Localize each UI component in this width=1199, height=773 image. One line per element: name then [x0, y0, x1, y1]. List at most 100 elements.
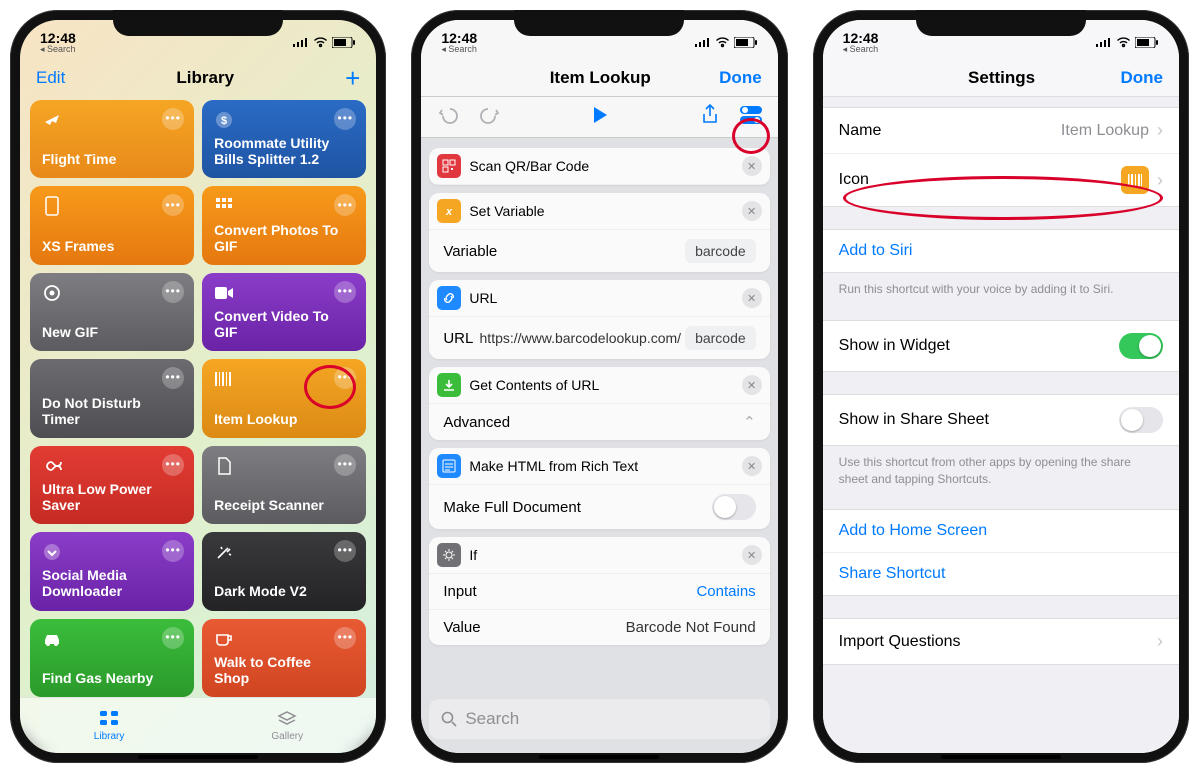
home-indicator[interactable]: [539, 755, 659, 759]
remove-action-button[interactable]: ✕: [742, 201, 762, 221]
variable-pill[interactable]: barcode: [685, 326, 756, 350]
moon-icon: [42, 369, 62, 389]
settings-row-icon[interactable]: Icon ›: [823, 154, 1179, 206]
shortcut-tile[interactable]: ••• Ultra Low PowerSaver: [30, 446, 194, 524]
action-icon: [437, 154, 461, 178]
row-toggle[interactable]: [712, 494, 756, 520]
action-header[interactable]: Get Contents of URL ✕: [429, 367, 769, 404]
action-row[interactable]: Variablebarcode: [429, 230, 769, 272]
remove-action-button[interactable]: ✕: [742, 375, 762, 395]
tile-more-button[interactable]: •••: [162, 281, 184, 303]
tile-more-button[interactable]: •••: [334, 367, 356, 389]
sharesheet-toggle[interactable]: [1119, 407, 1163, 433]
shortcuts-grid: ••• Flight Time $ ••• Roommate UtilityBi…: [20, 94, 376, 697]
action-title: If: [469, 547, 733, 563]
shortcut-tile[interactable]: ••• Walk to CoffeeShop: [202, 619, 366, 697]
action-row[interactable]: InputContains: [429, 574, 769, 610]
tab-gallery-label: Gallery: [271, 731, 303, 742]
status-indicators: [293, 37, 356, 48]
action-row[interactable]: Advanced⌃: [429, 404, 769, 440]
action-header[interactable]: URL ✕: [429, 280, 769, 317]
variable-pill[interactable]: barcode: [685, 239, 756, 263]
shortcut-tile[interactable]: ••• Dark Mode V2: [202, 532, 366, 610]
shortcut-tile[interactable]: ••• New GIF: [30, 273, 194, 351]
row-label: Add to Home Screen: [839, 522, 1163, 540]
show-in-widget-row[interactable]: Show in Widget: [823, 321, 1179, 371]
shortcut-tile[interactable]: ••• Convert Photos ToGIF: [202, 186, 366, 264]
row-key: Make Full Document: [443, 499, 581, 516]
shortcut-tile[interactable]: ••• Receipt Scanner: [202, 446, 366, 524]
shortcut-tile[interactable]: ••• Flight Time: [30, 100, 194, 178]
shortcut-tile[interactable]: ••• Social Media Downloader: [30, 532, 194, 610]
shortcut-tile[interactable]: $ ••• Roommate UtilityBills Splitter 1.2: [202, 100, 366, 178]
tile-label: Ultra Low PowerSaver: [42, 481, 182, 513]
action-row[interactable]: Make Full Document: [429, 485, 769, 529]
barcode-icon: [214, 369, 234, 389]
shortcut-tile[interactable]: ••• Convert Video ToGIF: [202, 273, 366, 351]
action-card: If ✕ InputContainsValueBarcode Not Found: [429, 537, 769, 645]
back-to-search[interactable]: ◂ Search: [40, 45, 76, 54]
redo-button[interactable]: [477, 103, 501, 127]
screen-editor: 12:48 ◂ Search Item Lookup Done: [421, 20, 777, 753]
settings-row-name[interactable]: Name Item Lookup ›: [823, 108, 1179, 154]
action-row[interactable]: ValueBarcode Not Found: [429, 610, 769, 645]
remove-action-button[interactable]: ✕: [742, 288, 762, 308]
phone-3: 12:48 ◂ Search Settings Done Name Item L…: [813, 10, 1189, 763]
chevron-up-icon[interactable]: ⌃: [743, 413, 756, 431]
done-button[interactable]: Done: [719, 68, 762, 88]
action-header[interactable]: Make HTML from Rich Text ✕: [429, 448, 769, 485]
share-shortcut-button[interactable]: Share Shortcut: [823, 553, 1179, 595]
widget-toggle[interactable]: [1119, 333, 1163, 359]
action-icon: [437, 543, 461, 567]
import-questions-row[interactable]: Import Questions ›: [823, 619, 1179, 664]
shortcut-tile[interactable]: ••• XS Frames: [30, 186, 194, 264]
svg-text:x: x: [445, 206, 453, 218]
share-button[interactable]: [698, 103, 722, 127]
shortcut-tile[interactable]: ••• Item Lookup: [202, 359, 366, 437]
shortcut-tile[interactable]: ••• Find Gas Nearby: [30, 619, 194, 697]
action-header[interactable]: If ✕: [429, 537, 769, 574]
shortcut-tile[interactable]: ••• Do Not DisturbTimer: [30, 359, 194, 437]
tile-more-button[interactable]: •••: [162, 367, 184, 389]
play-button[interactable]: [588, 103, 612, 127]
undo-button[interactable]: [437, 103, 461, 127]
editor-toolbar: [421, 97, 777, 138]
home-indicator[interactable]: [941, 755, 1061, 759]
tab-gallery[interactable]: Gallery: [198, 698, 376, 753]
back-to-search[interactable]: ◂ Search: [441, 45, 477, 54]
tile-label: Social Media Downloader: [42, 567, 182, 599]
action-header[interactable]: Scan QR/Bar Code ✕: [429, 148, 769, 185]
tile-more-button[interactable]: •••: [162, 627, 184, 649]
remove-action-button[interactable]: ✕: [742, 545, 762, 565]
tile-more-button[interactable]: •••: [162, 108, 184, 130]
search-field[interactable]: Search: [429, 699, 769, 739]
back-to-search[interactable]: ◂ Search: [843, 45, 879, 54]
tile-more-button[interactable]: •••: [334, 108, 356, 130]
settings-toggle-button[interactable]: [738, 103, 762, 127]
add-to-siri-button[interactable]: Add to Siri: [823, 230, 1179, 272]
tile-more-button[interactable]: •••: [334, 194, 356, 216]
action-header[interactable]: x Set Variable ✕: [429, 193, 769, 230]
tile-more-button[interactable]: •••: [334, 281, 356, 303]
tile-more-button[interactable]: •••: [162, 194, 184, 216]
add-button[interactable]: +: [345, 70, 360, 86]
tile-more-button[interactable]: •••: [334, 540, 356, 562]
done-button[interactable]: Done: [1120, 68, 1163, 88]
action-card: URL ✕ URLhttps://www.barcodelookup.com/b…: [429, 280, 769, 359]
edit-button[interactable]: Edit: [36, 68, 65, 88]
show-in-sharesheet-row[interactable]: Show in Share Sheet: [823, 395, 1179, 445]
tile-more-button[interactable]: •••: [162, 540, 184, 562]
tab-library[interactable]: Library: [20, 698, 198, 753]
tile-more-button[interactable]: •••: [162, 454, 184, 476]
home-indicator[interactable]: [138, 755, 258, 759]
action-row[interactable]: URLhttps://www.barcodelookup.com/barcode: [429, 317, 769, 359]
condition-value[interactable]: Contains: [696, 583, 755, 600]
status-indicators: [1096, 37, 1159, 48]
chevron-right-icon: ›: [1157, 631, 1163, 652]
remove-action-button[interactable]: ✕: [742, 456, 762, 476]
tile-more-button[interactable]: •••: [334, 627, 356, 649]
tile-more-button[interactable]: •••: [334, 454, 356, 476]
remove-action-button[interactable]: ✕: [742, 156, 762, 176]
add-to-homescreen-button[interactable]: Add to Home Screen: [823, 510, 1179, 553]
chevron-right-icon: ›: [1157, 120, 1163, 141]
